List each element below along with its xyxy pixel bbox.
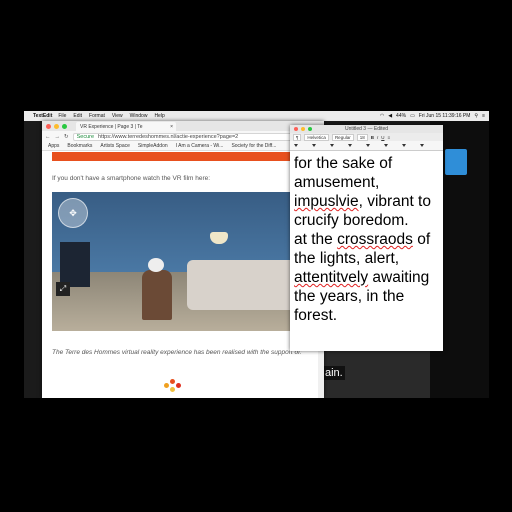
bookmark-artists-space[interactable]: Artists Space (100, 143, 129, 149)
bookmark-i-am-a-camera[interactable]: I Am a Camera - Wi... (176, 143, 224, 149)
video-person-head (148, 258, 164, 272)
text-line: attentitvely awaiting (294, 268, 443, 287)
text-fragment: , vibrant to (358, 193, 431, 210)
close-icon[interactable] (46, 123, 51, 129)
misspelled-word: attentitvely (294, 269, 369, 286)
text-line: impuslvie, vibrant to (294, 192, 443, 211)
address-bar-row: ← → ↻ Secure https://www.terredeshommes.… (42, 131, 324, 142)
bookmark-society[interactable]: Society for the Diff... (231, 143, 276, 149)
search-icon[interactable]: ⚲ (474, 113, 478, 119)
tab-close-icon[interactable]: × (170, 124, 173, 130)
video-sofa (187, 260, 302, 310)
credit-text: The Terre des Hommes virtual reality exp… (52, 349, 302, 356)
browser-window: VR Experience | Page 3 | Te × ← → ↻ Secu… (42, 121, 324, 398)
textedit-window: Untitled 3 — Edited ¶ Helvetica Regular … (290, 125, 443, 351)
menu-help[interactable]: Help (154, 113, 164, 119)
document-text[interactable]: for the sake of amusement, impuslvie, vi… (290, 151, 443, 325)
intro-text: If you don't have a smartphone watch the… (52, 175, 211, 182)
text-line: forest. (294, 307, 338, 324)
menu-format[interactable]: Format (89, 113, 105, 119)
font-size-select[interactable]: 18 (356, 133, 368, 141)
url-text: https://www.terredeshommes.nl/actie-expe… (98, 133, 239, 140)
clock[interactable]: Fri Jun 15 11:39:16 PM (419, 113, 471, 119)
text-line: amusement, (294, 174, 380, 191)
page-header-bar (52, 152, 302, 161)
underline-button[interactable]: U (381, 135, 384, 140)
fullscreen-icon[interactable]: ⤢ (56, 282, 70, 296)
address-bar[interactable]: Secure https://www.terredeshommes.nl/act… (72, 132, 304, 141)
text-line: the years, in the (294, 288, 405, 305)
bookmark-bookmarks[interactable]: Bookmarks (67, 143, 92, 149)
tab-title: VR Experience | Page 3 | Te (80, 123, 143, 130)
minimize-icon[interactable] (54, 123, 59, 129)
secure-label: Secure (76, 133, 95, 140)
browser-tab[interactable]: VR Experience | Page 3 | Te × (76, 122, 176, 131)
bookmark-apps[interactable]: Apps (48, 143, 59, 149)
paragraph-style-select[interactable]: ¶ (293, 133, 302, 141)
text-fragment: of (412, 231, 431, 248)
text-line: crucify boredom. (294, 212, 409, 229)
bookmarks-bar: Apps Bookmarks Artists Space SimpleAddon… (42, 142, 324, 151)
menu-bar: TextEdit File Edit Format View Window He… (24, 111, 489, 121)
text-fragment: at the (294, 231, 338, 248)
document-title: Untitled 3 — Edited (344, 126, 389, 132)
browser-titlebar[interactable]: VR Experience | Page 3 | Te × (42, 121, 324, 131)
forward-icon[interactable]: → (55, 134, 61, 140)
menu-list-icon[interactable]: ≡ (482, 113, 485, 119)
textedit-titlebar[interactable]: Untitled 3 — Edited (290, 125, 443, 133)
reload-icon[interactable]: ↻ (64, 134, 69, 140)
ruler[interactable] (290, 141, 443, 151)
italic-button[interactable]: I (377, 135, 378, 140)
battery-icon[interactable]: ▭ (410, 113, 415, 119)
text-fragment: awaiting (368, 269, 430, 286)
menu-edit[interactable]: Edit (73, 113, 82, 119)
pan-control-icon[interactable]: ✥ (58, 198, 88, 228)
video-doorway (60, 242, 90, 287)
misspelled-word: crossraods (337, 231, 413, 248)
video-person (142, 270, 172, 320)
desktop-folder-icon[interactable] (445, 149, 467, 175)
battery-percent[interactable]: 44% (396, 113, 406, 119)
video-caption: ain. (323, 366, 345, 380)
text-line: at the crossraods of (294, 230, 443, 249)
text-line: the lights, alert, (294, 250, 400, 267)
align-icon[interactable]: ≡ (387, 135, 390, 140)
volume-icon[interactable]: ◀ (388, 113, 392, 119)
format-toolbar: ¶ Helvetica Regular 18 B I U ≡ (290, 133, 443, 141)
back-icon[interactable]: ← (45, 134, 51, 140)
font-style-select[interactable]: Regular (331, 133, 354, 141)
menu-app-name[interactable]: TextEdit (33, 113, 52, 119)
misspelled-word: impuslvie (294, 193, 359, 210)
bookmark-simpleaddon[interactable]: SimpleAddon (138, 143, 168, 149)
text-line: for the sake of (294, 155, 393, 172)
maximize-icon[interactable] (62, 123, 67, 129)
status-area: ◠ ◀ 44% ▭ Fri Jun 15 11:39:16 PM ⚲ ≡ (380, 113, 485, 119)
wifi-icon[interactable]: ◠ (380, 113, 384, 119)
menu-window[interactable]: Window (130, 113, 148, 119)
menu-file[interactable]: File (58, 113, 66, 119)
font-family-select[interactable]: Helvetica (304, 133, 329, 141)
bold-button[interactable]: B (371, 135, 374, 140)
menu-view[interactable]: View (112, 113, 123, 119)
vr-video-player[interactable]: ✥ ⤢ (52, 192, 302, 331)
